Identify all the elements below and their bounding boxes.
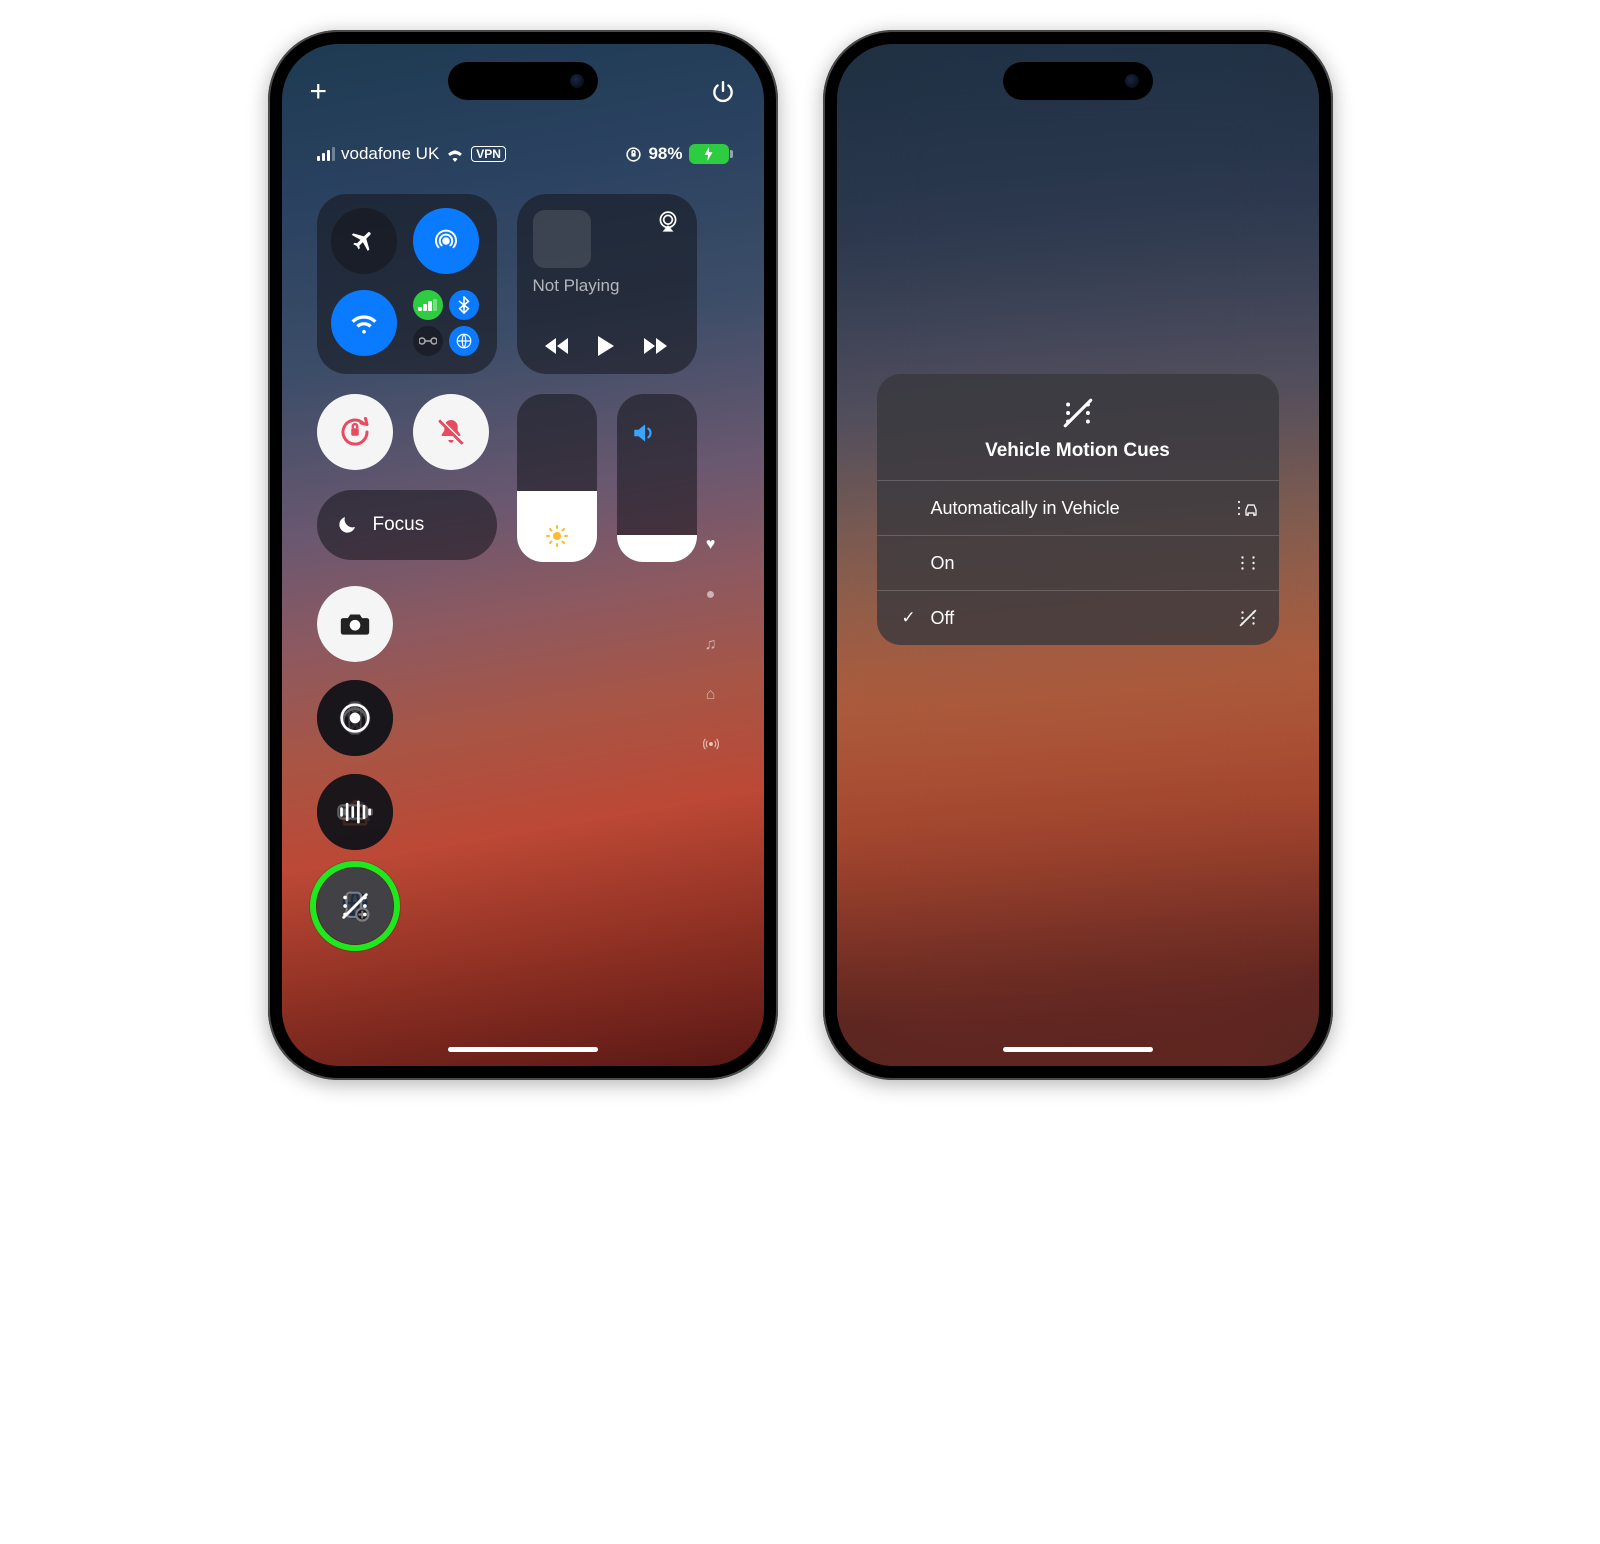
bluetooth-toggle[interactable] xyxy=(449,290,479,320)
motion-cues-on-icon xyxy=(1237,552,1259,574)
volume-slider[interactable] xyxy=(617,394,697,562)
vpn-toggle[interactable] xyxy=(449,326,479,356)
checkmark-icon: ✓ xyxy=(897,608,921,628)
rewind-button[interactable] xyxy=(544,336,572,356)
control-center-body: Not Playing xyxy=(317,194,729,1026)
home-indicator[interactable] xyxy=(1003,1047,1153,1052)
favorites-page-icon[interactable]: ♥ xyxy=(706,536,716,554)
home-page-icon[interactable]: ⌂ xyxy=(706,686,716,704)
motion-cues-off-icon xyxy=(1237,607,1259,629)
power-button[interactable] xyxy=(710,79,736,105)
silent-mode-toggle[interactable] xyxy=(413,394,489,470)
moon-icon xyxy=(335,513,359,537)
cellular-data-toggle[interactable] xyxy=(413,290,443,320)
music-page-icon[interactable]: ♫ xyxy=(705,636,717,654)
screen-motion-cues-popup: Vehicle Motion Cues Automatically in Veh… xyxy=(837,44,1319,1066)
battery-percent: 98% xyxy=(648,144,682,164)
wifi-icon xyxy=(445,147,465,162)
connectivity-page-icon[interactable] xyxy=(703,736,719,752)
option-label: Off xyxy=(931,608,1227,629)
battery-icon xyxy=(689,144,729,164)
option-label: On xyxy=(931,553,1227,574)
vehicle-motion-cues-button[interactable] xyxy=(310,861,400,951)
vpn-badge: VPN xyxy=(471,146,506,162)
album-art-placeholder xyxy=(533,210,591,268)
motion-cues-off-icon xyxy=(1061,396,1095,430)
camera-button[interactable] xyxy=(317,586,393,662)
now-playing-tile[interactable]: Not Playing xyxy=(517,194,697,374)
orientation-lock-toggle[interactable] xyxy=(317,394,393,470)
dynamic-island xyxy=(448,62,598,100)
cellular-signal-icon xyxy=(317,147,336,161)
vehicle-icon xyxy=(1235,497,1259,519)
dynamic-island xyxy=(1003,62,1153,100)
status-bar: vodafone UK VPN 98% xyxy=(317,144,729,164)
page-indicator[interactable]: ♥ ● ♫ ⌂ xyxy=(703,536,719,752)
sound-recognition-button[interactable] xyxy=(317,774,393,850)
carrier-label: vodafone UK xyxy=(341,144,439,164)
brightness-slider[interactable] xyxy=(517,394,597,562)
screen-recording-button[interactable] xyxy=(317,680,393,756)
airdrop-toggle[interactable] xyxy=(413,208,479,274)
sun-icon xyxy=(545,524,569,548)
wifi-toggle[interactable] xyxy=(331,290,397,356)
orientation-lock-status-icon xyxy=(625,146,642,163)
iphone-frame-left: + vodafone UK VPN 98% xyxy=(268,30,778,1080)
now-playing-label: Not Playing xyxy=(533,276,681,296)
airplay-button[interactable] xyxy=(655,210,681,234)
add-control-button[interactable]: + xyxy=(310,75,328,109)
option-off[interactable]: ✓ Off xyxy=(877,590,1279,645)
screen-control-center: + vodafone UK VPN 98% xyxy=(282,44,764,1066)
connectivity-tile[interactable] xyxy=(317,194,497,374)
speaker-icon xyxy=(631,422,657,444)
iphone-frame-right: Vehicle Motion Cues Automatically in Veh… xyxy=(823,30,1333,1080)
focus-label: Focus xyxy=(373,514,425,536)
fast-forward-button[interactable] xyxy=(641,336,669,356)
airplane-mode-toggle[interactable] xyxy=(331,208,397,274)
focus-button[interactable]: Focus xyxy=(317,490,497,560)
connectivity-expand[interactable] xyxy=(413,290,479,356)
option-label: Automatically in Vehicle xyxy=(931,498,1225,519)
option-auto-in-vehicle[interactable]: Automatically in Vehicle xyxy=(877,480,1279,535)
popup-title: Vehicle Motion Cues xyxy=(985,440,1170,462)
play-button[interactable] xyxy=(595,334,617,358)
option-on[interactable]: On xyxy=(877,535,1279,590)
page-dot[interactable]: ● xyxy=(706,586,716,604)
personal-hotspot-toggle[interactable] xyxy=(413,326,443,356)
motion-cues-popup: Vehicle Motion Cues Automatically in Veh… xyxy=(877,374,1279,645)
home-indicator[interactable] xyxy=(448,1047,598,1052)
